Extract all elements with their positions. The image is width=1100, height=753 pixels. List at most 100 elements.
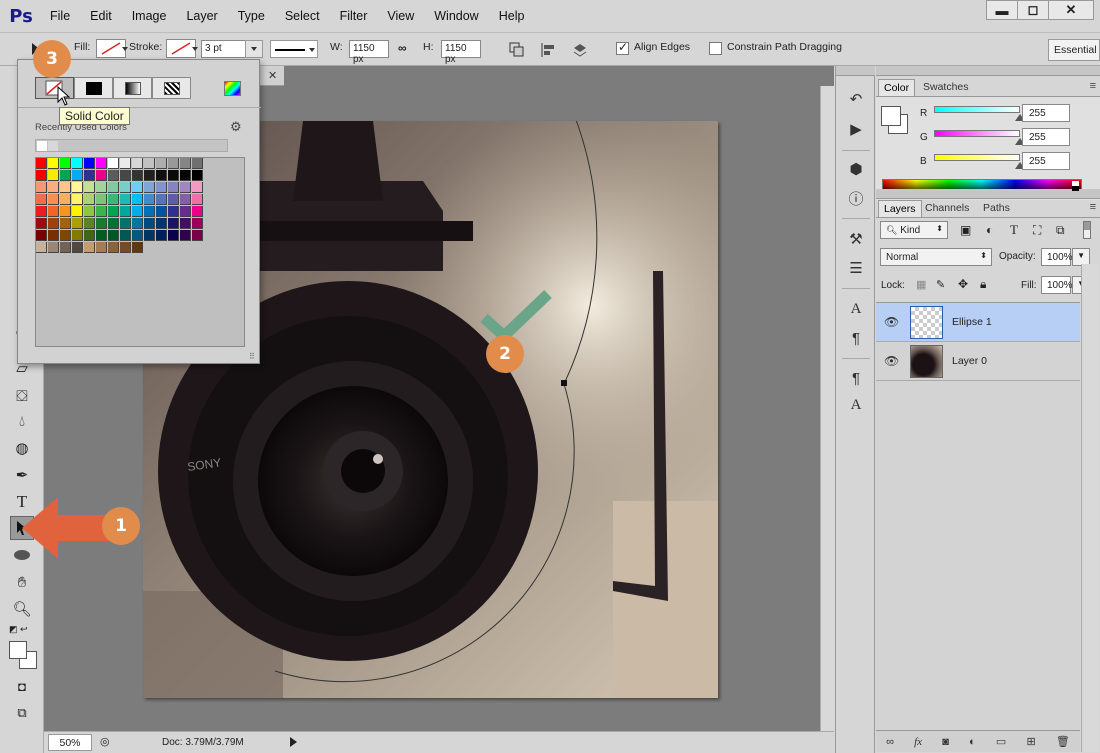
color-swatch[interactable] (36, 206, 47, 217)
color-swatch[interactable] (48, 230, 59, 241)
color-swatch[interactable] (96, 158, 107, 169)
recent-color-swatch[interactable] (37, 141, 47, 151)
color-swatch[interactable] (48, 182, 59, 193)
color-swatch[interactable] (132, 158, 143, 169)
trash-icon[interactable]: 🗑︎ (1056, 735, 1070, 748)
color-swatch[interactable] (108, 194, 119, 205)
color-swatch[interactable] (120, 158, 131, 169)
color-swatch[interactable] (60, 182, 71, 193)
color-swatch[interactable] (144, 230, 155, 241)
green-value-field[interactable]: 255 (1022, 128, 1070, 146)
3d-icon[interactable]: ⬢ (844, 158, 868, 180)
color-swatch[interactable] (180, 170, 191, 181)
recent-color-swatch[interactable] (48, 141, 58, 151)
lock-image-icon[interactable]: ✎ (936, 278, 945, 291)
color-swatch[interactable] (72, 242, 83, 253)
black-white-chip[interactable] (1072, 181, 1079, 191)
layer-row[interactable]: 👁︎ Ellipse 1 (876, 303, 1080, 342)
color-swatch[interactable] (156, 158, 167, 169)
color-swatch[interactable] (36, 218, 47, 229)
color-swatch[interactable] (84, 170, 95, 181)
color-picker-icon[interactable] (224, 81, 241, 96)
color-swatch[interactable] (60, 230, 71, 241)
color-swatch[interactable] (144, 206, 155, 217)
color-swatch[interactable] (108, 218, 119, 229)
menu-select[interactable]: Select (285, 9, 320, 23)
color-swatch[interactable] (60, 170, 71, 181)
close-button[interactable]: ✕ (1048, 0, 1094, 20)
color-swatch[interactable] (192, 194, 203, 205)
actions-play-icon[interactable]: ▶ (844, 118, 868, 140)
path-alignment-icon[interactable] (540, 41, 558, 59)
color-swatch[interactable] (180, 182, 191, 193)
color-swatch[interactable] (168, 230, 179, 241)
status-menu-arrow-icon[interactable] (290, 737, 297, 747)
color-swatch[interactable] (60, 242, 71, 253)
paint-bucket-icon[interactable]: ⛋ (10, 384, 34, 408)
layers-scrollbar[interactable] (1081, 264, 1099, 752)
panel-menu-icon[interactable]: ≡ (1090, 80, 1096, 92)
color-swatch[interactable] (48, 206, 59, 217)
layer-row[interactable]: 👁︎ Layer 0 (876, 342, 1080, 381)
fill-field[interactable]: 100% (1041, 276, 1073, 294)
color-swatch[interactable] (72, 206, 83, 217)
character-icon[interactable]: A (844, 298, 868, 320)
new-group-icon[interactable]: ▭ (996, 735, 1006, 748)
blur-icon[interactable]: 💧︎ (10, 409, 34, 433)
path-operations-icon[interactable] (508, 41, 526, 59)
paragraph-icon[interactable]: ¶ (844, 327, 868, 349)
blue-value-field[interactable]: 255 (1022, 152, 1070, 170)
history-icon[interactable]: ↶ (844, 88, 868, 110)
color-swatch[interactable] (156, 206, 167, 217)
color-swatch[interactable] (72, 230, 83, 241)
lock-position-icon[interactable]: ✥ (958, 277, 968, 291)
color-swatch[interactable] (84, 230, 95, 241)
color-swatch[interactable] (192, 182, 203, 193)
sponge-icon[interactable]: ◍ (10, 436, 34, 460)
color-swatch[interactable] (168, 194, 179, 205)
layer-style-icon[interactable]: fx (914, 736, 922, 748)
color-swatch[interactable] (36, 182, 47, 193)
gear-icon[interactable]: ⚙︎ (230, 119, 242, 135)
height-field[interactable]: 1150 px (441, 40, 481, 65)
color-swatch[interactable] (48, 242, 59, 253)
color-swatch[interactable] (72, 170, 83, 181)
color-swatch[interactable] (192, 206, 203, 217)
swap-colors-icon[interactable]: ◩ ↩ (9, 624, 28, 635)
color-swatch[interactable] (84, 218, 95, 229)
color-swatch[interactable] (120, 182, 131, 193)
color-swatch[interactable] (108, 170, 119, 181)
color-swatch[interactable] (36, 242, 47, 253)
screen-mode-icon[interactable]: ⧉ (10, 701, 34, 725)
document-scrollbar[interactable] (820, 86, 834, 731)
link-icon[interactable]: ∞ (398, 41, 407, 55)
tab-color[interactable]: Color (878, 79, 916, 96)
blue-slider-track[interactable] (934, 154, 1020, 161)
eye-visibility-icon[interactable]: 👁︎ (884, 315, 899, 329)
color-swatch[interactable] (168, 182, 179, 193)
layer-name[interactable]: Ellipse 1 (952, 316, 992, 328)
color-swatch[interactable] (120, 206, 131, 217)
solid-color-button[interactable] (74, 77, 113, 99)
color-swatch[interactable] (192, 218, 203, 229)
proof-icon[interactable]: ◎ (100, 735, 110, 748)
filter-smart-object-icon[interactable]: ⧉ (1056, 223, 1065, 238)
close-tab-icon[interactable]: ✕ (268, 69, 277, 82)
zoom-level-field[interactable]: 50% (48, 734, 92, 751)
menu-filter[interactable]: Filter (340, 9, 368, 23)
color-swatch[interactable] (36, 158, 47, 169)
menu-file[interactable]: File (50, 9, 70, 23)
color-swatch[interactable] (156, 230, 167, 241)
color-swatch[interactable] (132, 206, 143, 217)
color-swatch[interactable] (120, 194, 131, 205)
color-swatch[interactable] (144, 194, 155, 205)
stroke-width-dropdown[interactable] (245, 40, 263, 58)
layer-mask-icon[interactable]: ◙ (942, 736, 949, 748)
color-swatch[interactable] (168, 218, 179, 229)
color-swatch[interactable] (168, 158, 179, 169)
color-swatch[interactable] (96, 218, 107, 229)
hand-tool-icon[interactable]: ✋︎ (10, 570, 34, 594)
color-swatch[interactable] (60, 194, 71, 205)
color-swatch[interactable] (156, 194, 167, 205)
color-swatch[interactable] (120, 242, 131, 253)
